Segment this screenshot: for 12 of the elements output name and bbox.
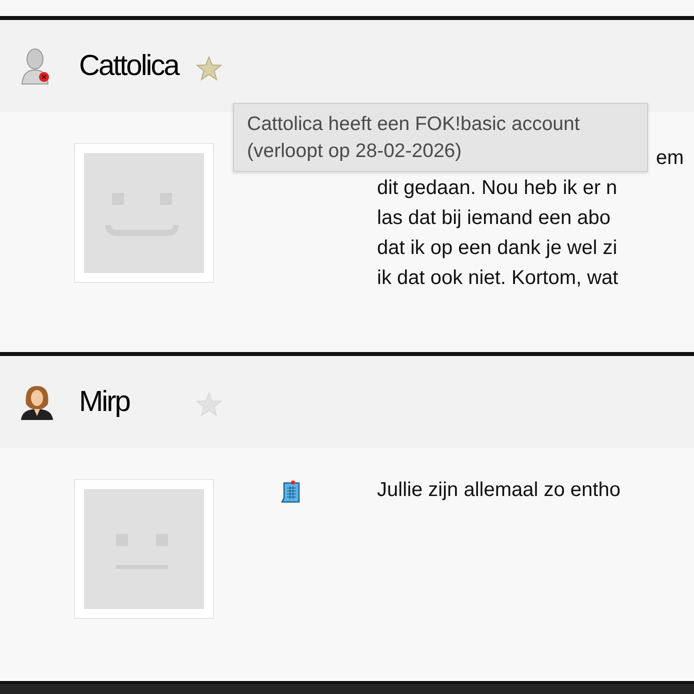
- post-text: dat ik op een dank je wel zi: [377, 236, 618, 261]
- post-text: las dat bij iemand een abo: [377, 206, 612, 231]
- author-name[interactable]: Mirp: [79, 386, 196, 418]
- star-icon[interactable]: [196, 392, 222, 416]
- post-text: ik dat ook niet. Kortom, wat: [377, 266, 620, 291]
- star-icon[interactable]: [196, 56, 222, 80]
- post-text: em: [656, 146, 684, 171]
- author-name[interactable]: Cattolica: [79, 50, 196, 82]
- tooltip-text: (verloopt op 28-02-2026): [247, 139, 463, 164]
- post-text: dit gedaan. Nou heb ik er n: [377, 176, 618, 201]
- tooltip-text: Cattolica heeft een FOK!basic account: [247, 112, 581, 137]
- post-text: Jullie zijn allemaal zo entho: [377, 478, 620, 503]
